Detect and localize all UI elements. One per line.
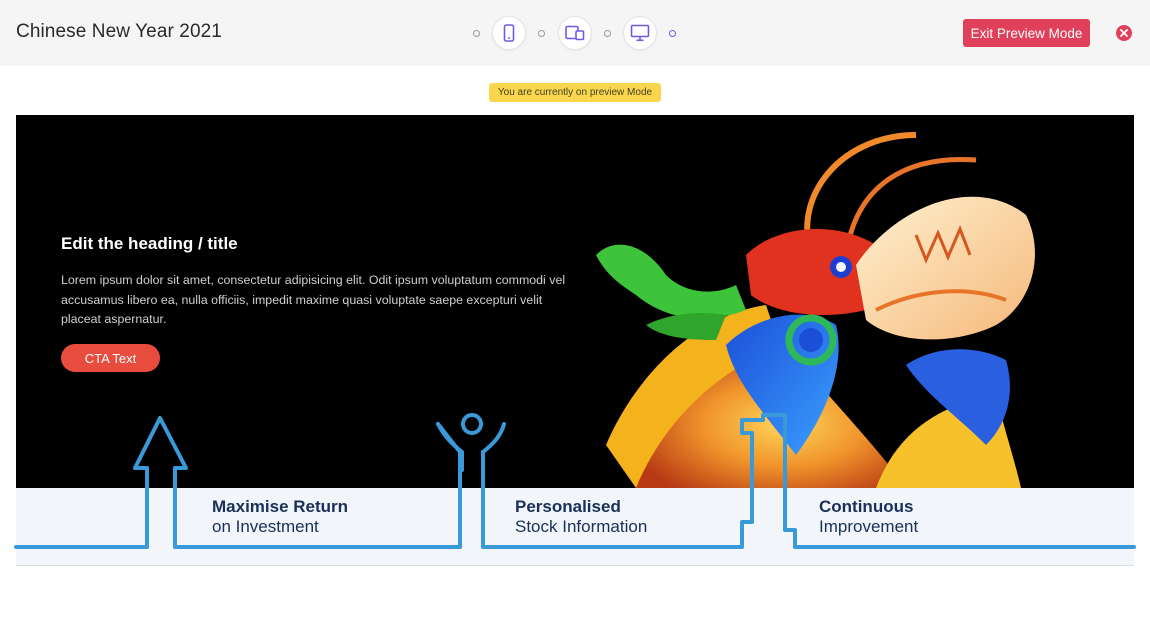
page-title: Chinese New Year 2021	[16, 21, 222, 42]
tablet-view-button[interactable]	[558, 16, 592, 50]
exit-preview-button[interactable]: Exit Preview Mode	[963, 19, 1090, 47]
feature-subtitle: on Investment	[212, 517, 319, 536]
hero-banner: Edit the heading / title Lorem ipsum dol…	[16, 115, 1134, 488]
tablet-icon	[565, 25, 585, 41]
feature-subtitle: Improvement	[819, 517, 919, 536]
feature-personalised: Personalised Stock Information	[515, 497, 647, 537]
feature-subtitle: Stock Information	[515, 517, 648, 536]
device-indicator-dot-active	[669, 30, 676, 37]
feature-title: Continuous	[819, 497, 914, 516]
preview-toolbar: Chinese New Year 2021 Exit Preview Mode	[0, 0, 1150, 66]
dragon-lantern-image	[596, 132, 1035, 488]
cta-button[interactable]: CTA Text	[61, 344, 160, 372]
feature-title: Maximise Return	[212, 497, 349, 516]
feature-maximise-return: Maximise Return on Investment	[212, 497, 348, 537]
device-indicator-dot	[473, 30, 480, 37]
device-indicator-dot	[604, 30, 611, 37]
close-icon	[1120, 29, 1128, 37]
desktop-view-button[interactable]	[623, 16, 657, 50]
device-indicator-dot	[538, 30, 545, 37]
preview-mode-badge: You are currently on preview Mode	[489, 83, 661, 102]
mobile-view-button[interactable]	[492, 16, 526, 50]
feature-title: Personalised	[515, 497, 621, 516]
close-button[interactable]	[1116, 25, 1132, 41]
hero-heading[interactable]: Edit the heading / title	[61, 234, 238, 254]
desktop-icon	[630, 24, 650, 42]
hero-body-text[interactable]: Lorem ipsum dolor sit amet, consectetur …	[61, 271, 581, 330]
mobile-icon	[503, 24, 515, 42]
feature-continuous: Continuous Improvement	[819, 497, 918, 537]
